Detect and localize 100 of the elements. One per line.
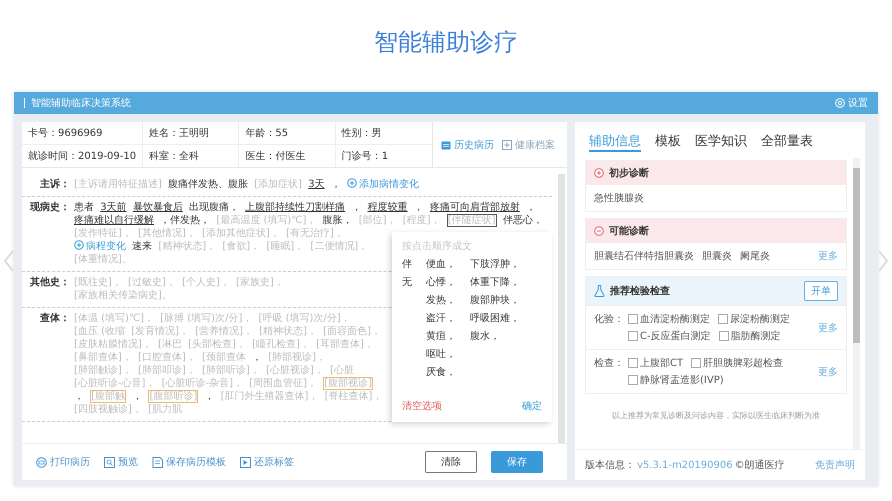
option-item[interactable]: 腹水， xyxy=(470,328,520,346)
test-checkbox[interactable]: 肝胆胰脾彩超检查 xyxy=(691,356,784,370)
highlighted-tag[interactable]: [腹部视诊] xyxy=(323,377,374,390)
selected-term[interactable]: 上腹部持续性刀割样痛 xyxy=(245,202,346,213)
scrollbar[interactable] xyxy=(853,158,860,449)
option-item[interactable]: 下肢浮肿， xyxy=(470,256,520,274)
panel-tab[interactable]: 辅助信息 xyxy=(589,132,641,152)
scrollbar[interactable] xyxy=(558,174,565,443)
placeholder-tag[interactable]: [家族相关传染病史]。 xyxy=(74,290,172,301)
settings-button[interactable]: 设置 xyxy=(835,96,868,110)
option-item[interactable]: 呼吸困难， xyxy=(470,310,520,328)
more-link[interactable]: 更多 xyxy=(818,249,838,263)
placeholder-tag[interactable]: [心脏视诊]， xyxy=(266,365,324,376)
highlighted-tag[interactable]: [腹部听诊] xyxy=(148,390,198,403)
placeholder-tag[interactable]: [血压 (收缩 xyxy=(74,326,125,337)
placeholder-tag[interactable]: [心脏听诊-杂音]， xyxy=(162,378,244,389)
selected-term[interactable]: 疼痛难以自行缓解 xyxy=(74,215,154,226)
test-checkbox[interactable]: 上腹部CT xyxy=(628,356,684,370)
option-item[interactable]: 盗汗， xyxy=(426,310,456,328)
placeholder-tag[interactable]: [部位]， xyxy=(358,215,397,226)
selected-term[interactable]: 疼痛可向肩背部放射 xyxy=(430,202,520,213)
option-item[interactable]: 腹部肿块， xyxy=(470,292,520,310)
placeholder-tag[interactable]: [精神状态]， xyxy=(158,241,216,252)
option-item[interactable]: 便血， xyxy=(426,256,456,274)
placeholder-tag[interactable]: [家族史]， xyxy=(236,277,284,288)
placeholder-tag[interactable]: [口腔查体]， xyxy=(138,352,196,363)
add-link[interactable]: 添加病情变化 xyxy=(346,179,419,190)
placeholder-tag[interactable]: [精神状态]， xyxy=(259,326,317,337)
more-link[interactable]: 更多 xyxy=(818,356,838,387)
placeholder-tag[interactable]: [瞳孔检查]， xyxy=(252,339,310,350)
highlighted-tag[interactable]: [腹部触 xyxy=(90,390,126,403)
placeholder-tag[interactable]: [皮肤粘膜情况]， xyxy=(74,339,152,350)
placeholder-tag[interactable]: [心脏 xyxy=(330,365,354,376)
selected-term[interactable]: 3天前 xyxy=(100,202,127,213)
checkbox[interactable] xyxy=(691,358,702,368)
placeholder-tag[interactable]: [营养情况]， xyxy=(195,326,253,337)
placeholder-tag[interactable]: [耳部查体]， xyxy=(316,339,374,350)
checkbox[interactable] xyxy=(628,331,638,341)
placeholder-tag[interactable]: [食欲]， xyxy=(222,241,260,252)
placeholder-tag[interactable]: [呼吸 (填写)次/分]， xyxy=(258,313,351,324)
selected-term[interactable]: 3天 xyxy=(308,179,325,190)
diagnosis-item[interactable]: 阑尾炎 xyxy=(740,249,770,263)
active-tag[interactable]: [伴随症状] xyxy=(446,214,497,227)
placeholder-tag[interactable]: [发作特征]， xyxy=(74,228,132,239)
placeholder-tag[interactable]: [头部检查]， xyxy=(188,339,246,350)
test-checkbox[interactable]: C-反应蛋白测定 xyxy=(628,329,711,343)
panel-tab[interactable]: 模板 xyxy=(655,132,681,152)
option-item[interactable]: 发热， xyxy=(426,292,456,310)
toolbar-button[interactable]: 保存病历模板 xyxy=(152,455,226,469)
option-item[interactable]: 厌食， xyxy=(426,364,456,382)
placeholder-tag[interactable]: [最高温度 (填写)℃]， xyxy=(216,215,316,226)
placeholder-tag[interactable]: [淋巴 xyxy=(158,339,182,350)
placeholder-tag[interactable]: [鼻部查体]， xyxy=(74,352,132,363)
checkbox[interactable] xyxy=(628,358,638,368)
checkbox[interactable] xyxy=(718,314,728,324)
toolbar-button[interactable]: 还原标签 xyxy=(240,455,294,469)
checkbox[interactable] xyxy=(718,331,729,341)
disclaimer-link[interactable]: 免责声明 xyxy=(815,458,855,472)
placeholder-tag[interactable]: [心脏听诊-心音]， xyxy=(74,378,156,389)
placeholder-tag[interactable]: [肺部视诊]， xyxy=(268,352,326,363)
diagnosis-item[interactable]: 胆囊结石伴特指胆囊炎 xyxy=(594,249,694,263)
checkbox[interactable] xyxy=(628,375,638,385)
placeholder-tag[interactable]: [添加其他症状]， xyxy=(202,228,280,239)
placeholder-tag[interactable]: [程度]， xyxy=(402,215,441,226)
placeholder-tag[interactable]: [四肢视触诊]， xyxy=(74,404,142,415)
diagnosis-item[interactable]: 胆囊炎 xyxy=(702,249,732,263)
more-link[interactable]: 更多 xyxy=(818,312,838,343)
add-link[interactable]: 病程变化 xyxy=(74,241,126,252)
diagnosis-item[interactable]: 急性胰腺炎 xyxy=(594,191,644,205)
toolbar-button[interactable]: 打印病历 xyxy=(36,455,90,469)
placeholder-tag[interactable]: [添加症状] xyxy=(254,179,302,190)
order-button[interactable]: 开单 xyxy=(804,281,838,301)
option-item[interactable]: 黄疸， xyxy=(426,328,456,346)
placeholder-tag[interactable]: [主诉请用特征描述] xyxy=(74,179,162,190)
placeholder-tag[interactable]: [肺部听诊]， xyxy=(202,365,260,376)
placeholder-tag[interactable]: [体温 (填写)℃]， xyxy=(74,313,154,324)
placeholder-tag[interactable]: [睡眠]， xyxy=(266,241,304,252)
save-button[interactable]: 保存 xyxy=(491,451,543,473)
placeholder-tag[interactable]: [肛门外生殖器查体]， xyxy=(220,391,318,402)
placeholder-tag[interactable]: [肺部触诊]， xyxy=(74,365,132,376)
placeholder-tag[interactable]: [体重情况]。 xyxy=(74,254,132,265)
test-checkbox[interactable]: 静脉肾盂造影(IVP) xyxy=(628,373,724,387)
placeholder-tag[interactable]: [周围血管征]， xyxy=(249,378,318,389)
option-item[interactable]: 无 xyxy=(402,274,412,292)
option-item[interactable]: 呕吐， xyxy=(426,346,456,364)
test-checkbox[interactable]: 尿淀粉酶测定 xyxy=(718,312,790,326)
placeholder-tag[interactable]: [肌力肌 xyxy=(148,404,182,415)
placeholder-tag[interactable]: [脉搏 (填写)次/分]， xyxy=(160,313,252,324)
placeholder-tag[interactable]: [面容面色]， xyxy=(323,326,381,337)
placeholder-tag[interactable]: [二便情况]， xyxy=(310,241,368,252)
placeholder-tag[interactable]: [个人史]， xyxy=(182,277,230,288)
placeholder-tag[interactable]: [其他情况]， xyxy=(138,228,196,239)
record-action-button[interactable]: 历史病历 xyxy=(441,138,494,152)
placeholder-tag[interactable]: [脊柱查体]， xyxy=(324,391,382,402)
option-item[interactable]: 体重下降， xyxy=(470,274,520,292)
placeholder-tag[interactable]: [颈部查体 xyxy=(202,352,246,363)
placeholder-tag[interactable]: [发育情况]， xyxy=(131,326,189,337)
test-checkbox[interactable]: 血清淀粉酶测定 xyxy=(628,312,710,326)
confirm-button[interactable]: 确定 xyxy=(522,398,542,416)
previous-icon[interactable] xyxy=(4,250,14,272)
